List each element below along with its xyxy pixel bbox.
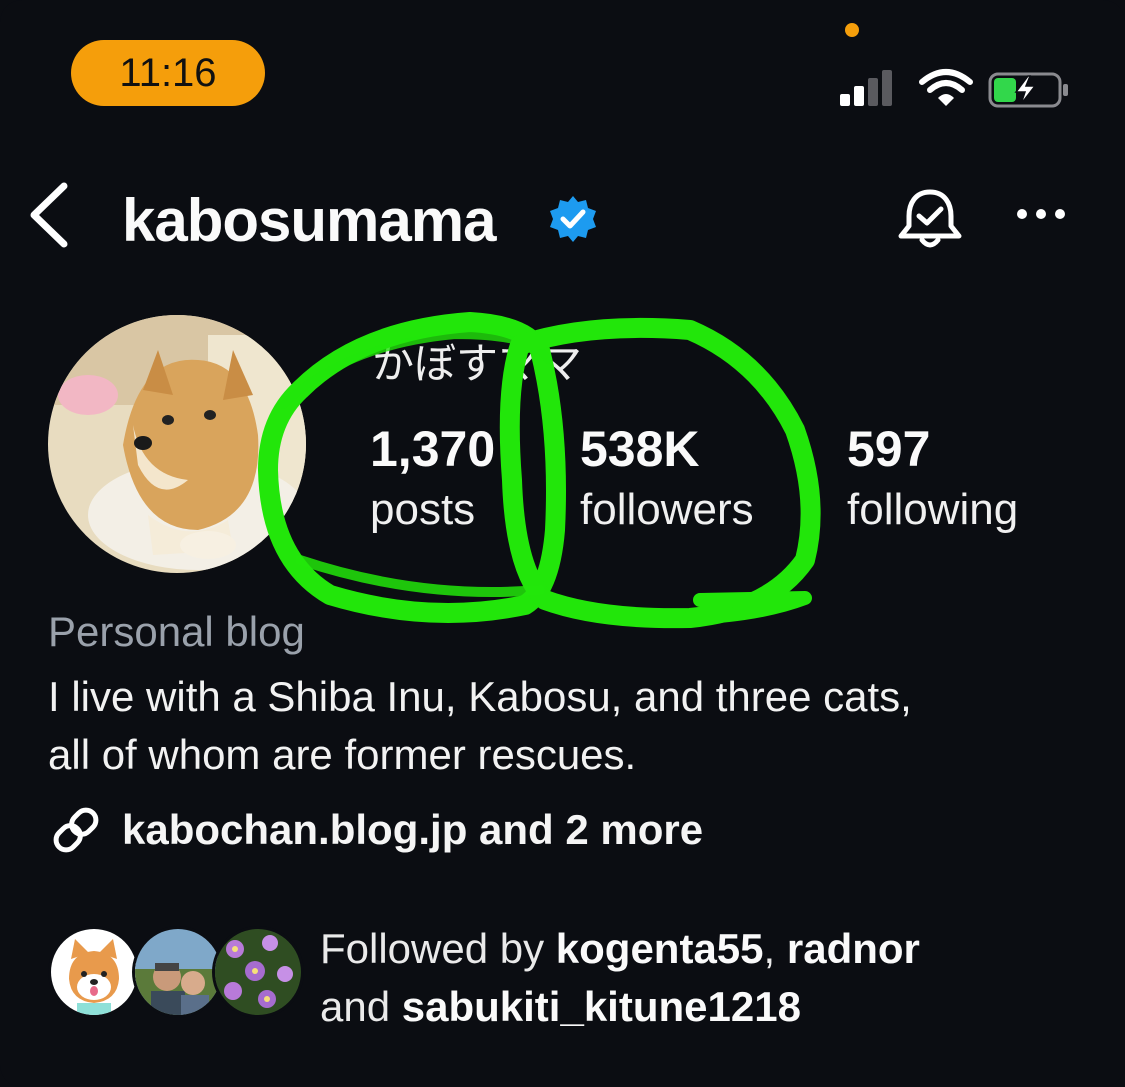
posts-stat[interactable]: 1,370 posts: [370, 420, 495, 538]
wifi-icon: [919, 69, 973, 106]
bio-line-2: all of whom are former rescues.: [48, 731, 637, 778]
profile-links[interactable]: kabochan.blog.jp and 2 more: [48, 800, 703, 860]
notification-bell-icon[interactable]: [895, 186, 965, 252]
bio-line-1: I live with a Shiba Inu, Kabosu, and thr…: [48, 673, 912, 720]
profile-category: Personal blog: [48, 608, 305, 655]
posts-count: 1,370: [370, 421, 496, 477]
shiba-dog-photo: [48, 315, 306, 573]
mutual-follower-name[interactable]: sabukiti_kitune1218: [402, 983, 801, 1030]
status-time-text: 11:16: [119, 50, 217, 95]
profile-username: kabosumama: [122, 187, 496, 254]
mutual-follower-name[interactable]: kogenta55: [556, 925, 764, 972]
following-count: 597: [847, 421, 931, 477]
battery-charging-icon: [988, 72, 1068, 108]
profile-screen: 11:16 kabosumama かぼすママ 1,370 posts 538K …: [0, 0, 1125, 1087]
followed-by-text: Followed by kogenta55, radnor and sabuki…: [320, 920, 1080, 1036]
profile-link-text[interactable]: kabochan.blog.jp and 2 more: [122, 806, 703, 854]
profile-display-name: かぼすママ: [372, 340, 583, 387]
verified-badge-icon: [550, 196, 596, 242]
mutual-follower-avatar: [132, 926, 224, 1018]
mutual-follower-avatar: [48, 926, 140, 1018]
followed-by-conjunction: and: [320, 983, 402, 1030]
followed-by-prefix: Followed by: [320, 925, 556, 972]
profile-bio: I live with a Shiba Inu, Kabosu, and thr…: [48, 668, 1088, 784]
followers-label: followers: [580, 485, 754, 534]
following-label: following: [847, 485, 1019, 534]
camera-indicator-dot: [845, 23, 859, 37]
status-time[interactable]: 11:16: [71, 40, 265, 106]
back-chevron-icon[interactable]: [26, 182, 70, 248]
following-stat[interactable]: 597 following: [847, 420, 1018, 538]
mutual-follower-avatar: [212, 926, 304, 1018]
more-options-icon[interactable]: [1015, 205, 1067, 223]
followers-stat[interactable]: 538K followers: [580, 420, 754, 538]
link-icon: [53, 807, 99, 853]
profile-avatar[interactable]: [48, 315, 306, 573]
followers-count: 538K: [580, 421, 700, 477]
posts-label: posts: [370, 485, 476, 534]
mutual-follower-name[interactable]: radnor: [787, 925, 920, 972]
signal-icon: [840, 70, 892, 106]
followed-by-separator: ,: [763, 925, 787, 972]
